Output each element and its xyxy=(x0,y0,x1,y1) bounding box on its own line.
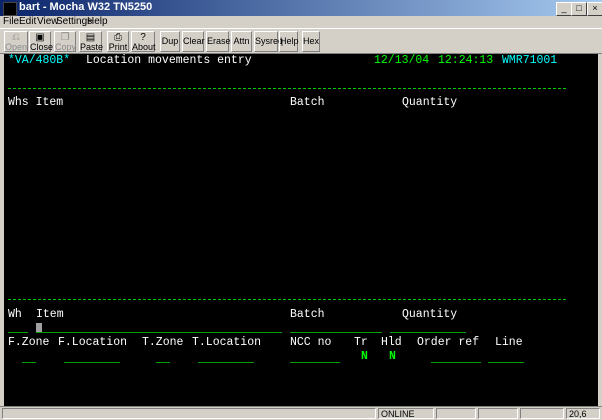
menu-file[interactable]: File xyxy=(3,16,19,28)
ncc-no-field[interactable] xyxy=(290,362,340,363)
copy-button[interactable]: ❐ Copy xyxy=(54,31,76,52)
open-button[interactable]: ⎌ Open xyxy=(4,31,28,52)
workstation-id: WMR71001 xyxy=(502,54,558,67)
tr-value[interactable]: N xyxy=(361,351,368,363)
quantity-field[interactable] xyxy=(390,332,466,333)
label-t-zone: T.Zone xyxy=(142,336,184,349)
time: 12:24:13 xyxy=(438,54,494,67)
status-cursor-position: 20,6 xyxy=(566,408,600,419)
window-title: bart - Mocha W32 TN5250 xyxy=(19,1,153,13)
program-id: *VA/480B* xyxy=(8,54,71,67)
label-line: Line xyxy=(495,336,523,349)
help-button[interactable]: Help xyxy=(279,31,299,52)
order-ref-field[interactable] xyxy=(431,362,481,363)
erase-button[interactable]: Erase xyxy=(206,31,231,52)
status-panel-2 xyxy=(436,408,476,419)
toolbar: ⎌ Open ▣ Close ❐ Copy ▤ Paste ⎙ Print ? About … xyxy=(0,28,602,54)
date: 12/13/04 xyxy=(374,54,430,67)
close-button[interactable]: ▣ Close xyxy=(29,31,53,52)
screen-title: Location movements entry xyxy=(86,54,252,67)
hex-button[interactable]: Hex xyxy=(302,31,320,52)
bottom-separator xyxy=(8,299,566,300)
paste-button[interactable]: ▤ Paste xyxy=(79,31,103,52)
t-location-field[interactable] xyxy=(198,362,254,363)
close-window-button[interactable]: × xyxy=(587,2,602,16)
print-button[interactable]: ⎙ Print xyxy=(107,31,129,52)
status-bar: ONLINE 20,6 xyxy=(0,406,602,420)
t-zone-field[interactable] xyxy=(156,362,170,363)
status-mode: ONLINE xyxy=(378,408,434,419)
terminal-screen[interactable]: *VA/480B* Location movements entry 12/13… xyxy=(4,54,598,406)
status-panel-3 xyxy=(478,408,518,419)
label-t-location: T.Location xyxy=(192,336,262,349)
hld-value[interactable]: N xyxy=(389,351,396,363)
dup-button[interactable]: Dup xyxy=(160,31,180,52)
minimize-button[interactable]: _ xyxy=(556,2,572,16)
label-hld: Hld xyxy=(381,336,402,349)
label-wh: Wh xyxy=(8,308,22,321)
clear-button[interactable]: Clear xyxy=(182,31,205,52)
line-field[interactable] xyxy=(488,362,524,363)
label-item: Item xyxy=(36,308,64,321)
item-field[interactable] xyxy=(36,332,282,333)
app-icon xyxy=(3,2,17,16)
sysreq-button[interactable]: Sysreq xyxy=(254,31,283,52)
menu-bar: File Edit View Settings Help xyxy=(0,16,602,28)
list-header-whs-item: Whs Item xyxy=(8,96,64,109)
f-location-field[interactable] xyxy=(64,362,120,363)
label-batch: Batch xyxy=(290,308,325,321)
label-quantity: Quantity xyxy=(402,308,458,321)
top-separator xyxy=(8,88,566,89)
batch-field[interactable] xyxy=(290,332,382,333)
label-f-location: F.Location xyxy=(58,336,128,349)
wh-field[interactable] xyxy=(8,332,28,333)
about-button[interactable]: ? About xyxy=(131,31,156,52)
label-tr: Tr xyxy=(354,336,368,349)
list-header-batch: Batch xyxy=(290,96,325,109)
label-order-ref: Order ref xyxy=(417,336,480,349)
menu-help[interactable]: Help xyxy=(87,16,108,28)
label-f-zone: F.Zone xyxy=(8,336,50,349)
list-header-quantity: Quantity xyxy=(402,96,458,109)
maximize-button[interactable]: □ xyxy=(571,2,587,16)
label-ncc-no: NCC no xyxy=(290,336,332,349)
attn-button[interactable]: Attn xyxy=(231,31,252,52)
status-panel-4 xyxy=(520,408,564,419)
status-message-area xyxy=(2,408,376,419)
title-bar: bart - Mocha W32 TN5250 _ □ × xyxy=(0,0,602,16)
f-zone-field[interactable] xyxy=(22,362,36,363)
menu-edit[interactable]: Edit xyxy=(19,16,36,28)
